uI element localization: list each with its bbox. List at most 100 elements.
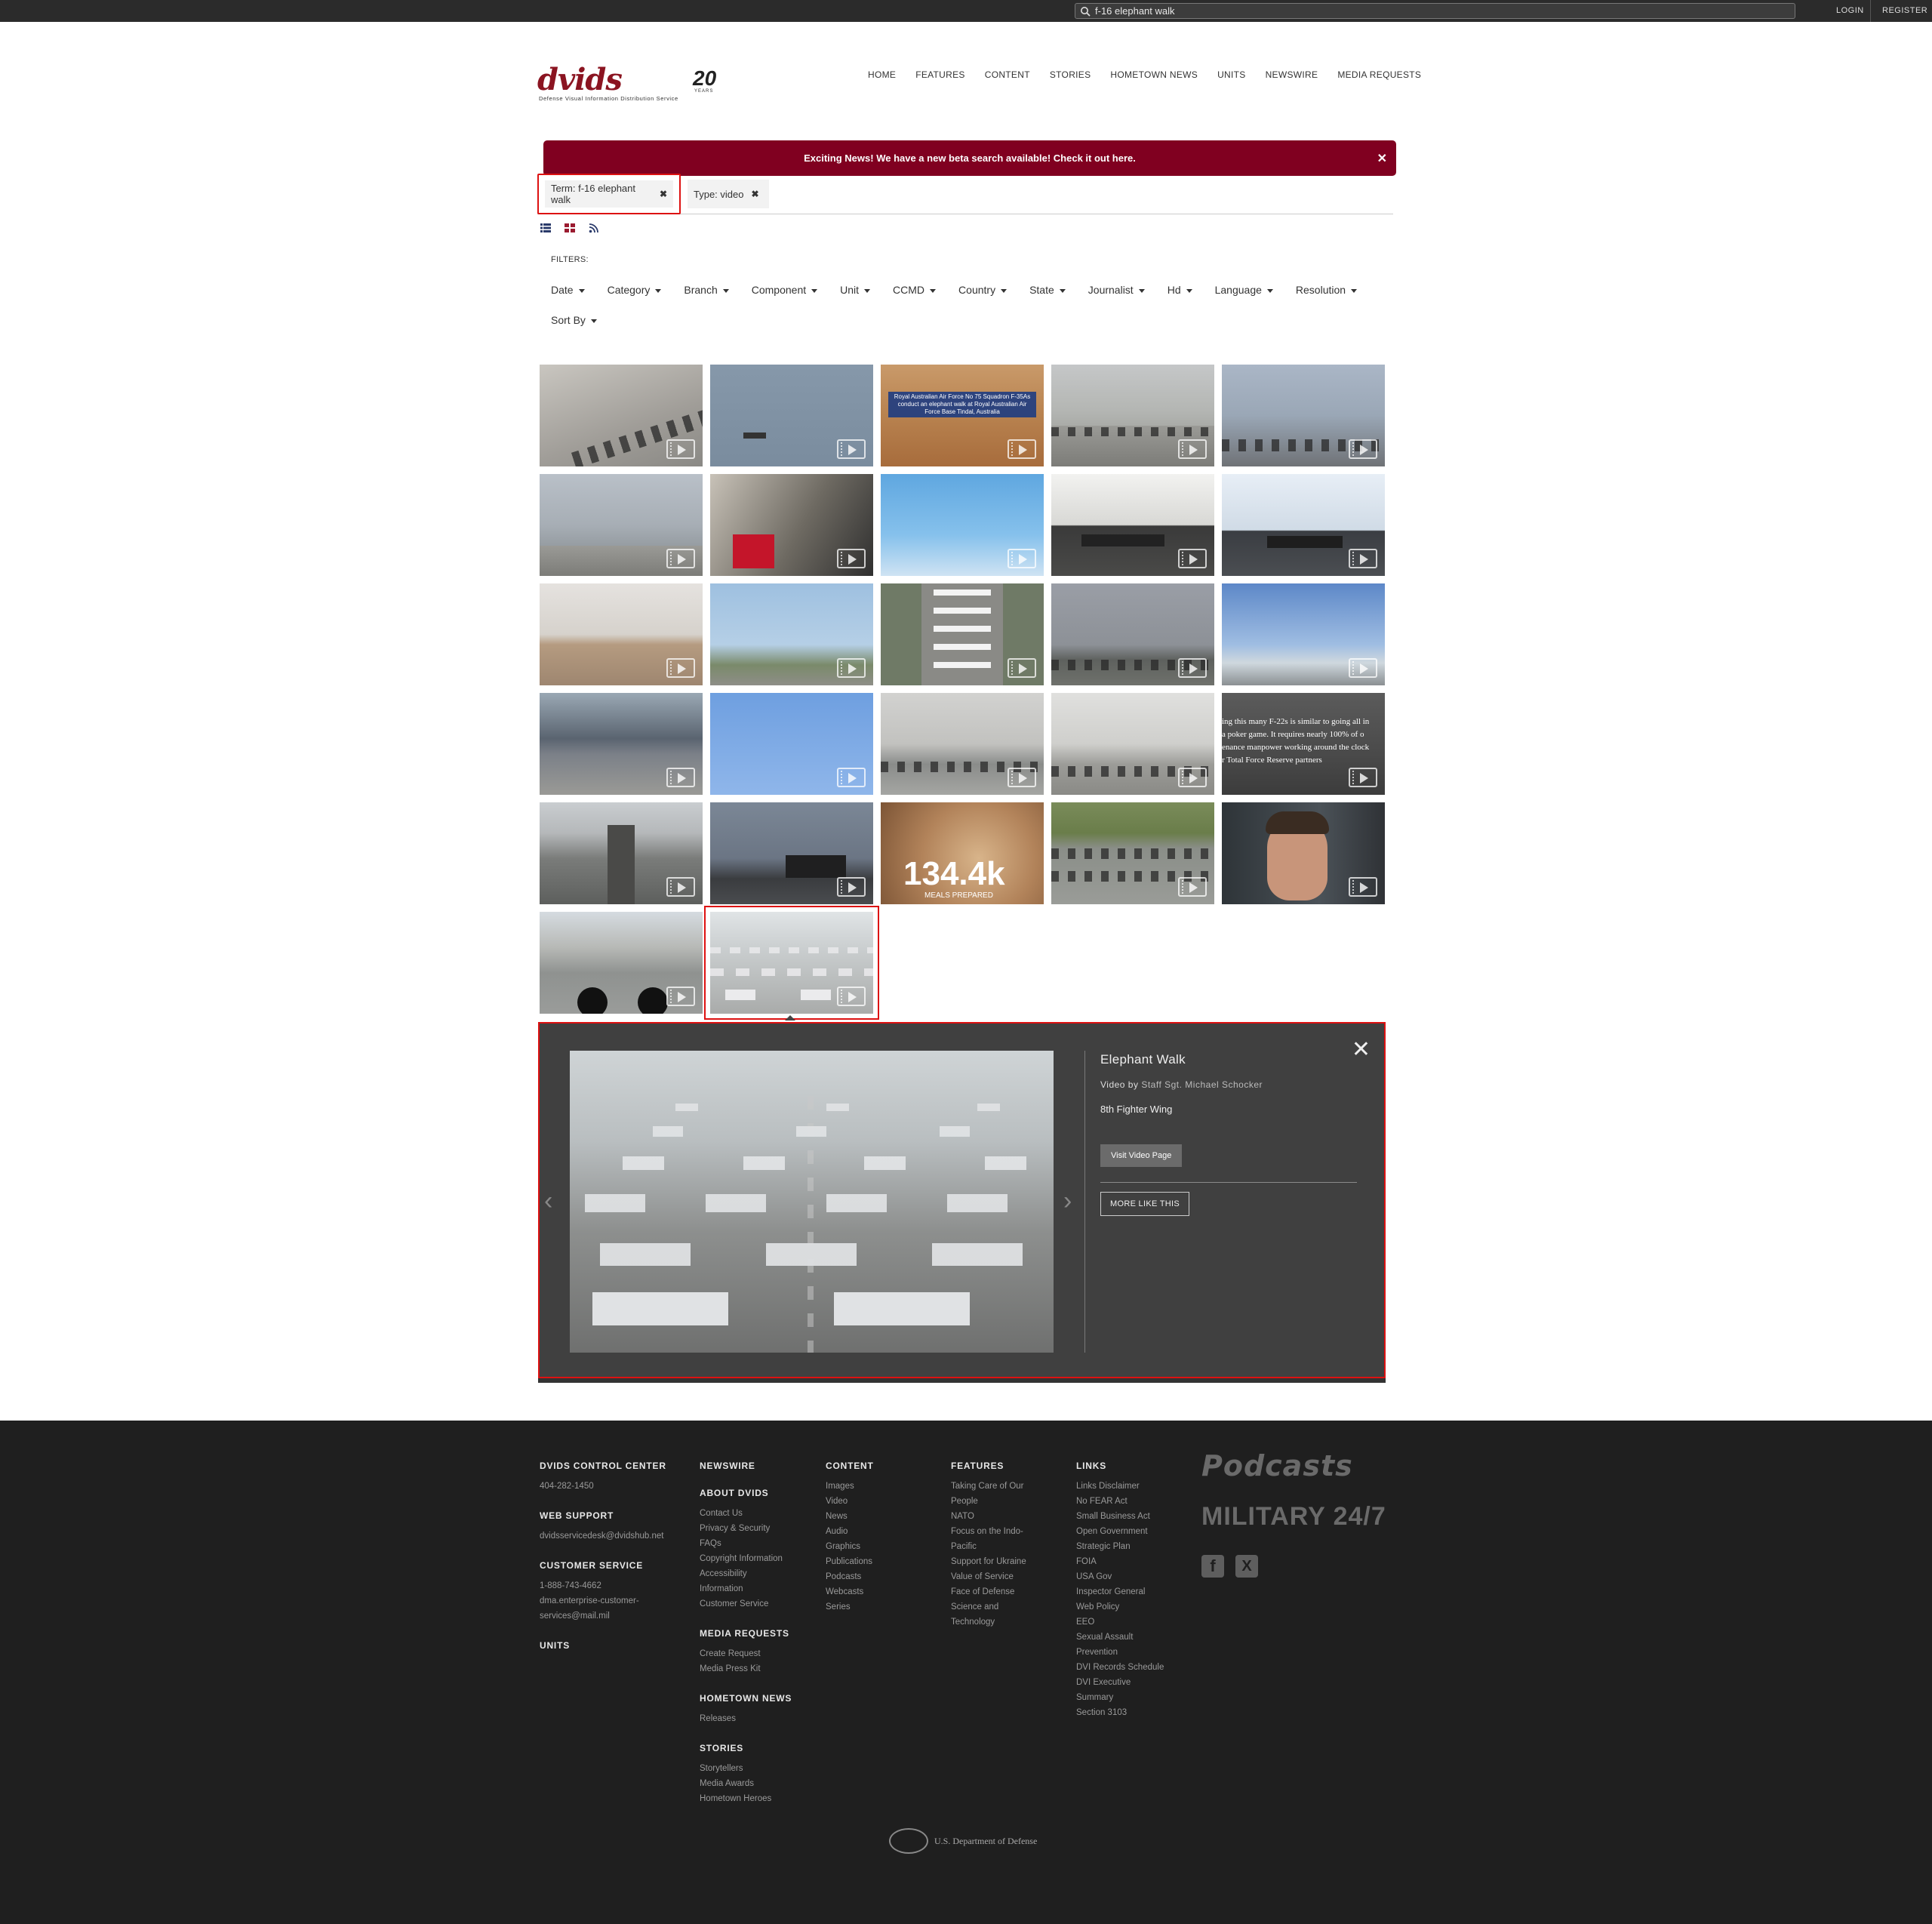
video-thumbnail[interactable]: ing this many F-22s is similar to going … [1222,693,1385,795]
podcasts-logo[interactable]: Podcasts [1201,1449,1353,1482]
video-thumbnail[interactable] [1051,693,1214,795]
filter-date[interactable]: Date [551,284,585,296]
banner-close-icon[interactable]: ✕ [1377,151,1387,166]
footer-link[interactable]: Series [826,1599,874,1615]
footer-link[interactable]: DVI Executive [1076,1675,1164,1690]
video-thumbnail[interactable] [710,802,873,904]
panel-close-icon[interactable]: ✕ [1352,1039,1371,1061]
dod-logo[interactable]: U.S. Department of Defense [889,1828,1037,1854]
footer-link[interactable]: Create Request [700,1646,792,1661]
beta-search-banner[interactable]: Exciting News! We have a new beta search… [543,140,1396,176]
footer-link[interactable]: News [826,1509,874,1524]
sort-by-dropdown[interactable]: Sort By [551,314,597,326]
video-thumbnail[interactable] [540,912,703,1014]
prev-arrow-icon[interactable]: ‹ [544,1188,559,1214]
nav-hometown-news[interactable]: HOMETOWN NEWS [1110,69,1198,80]
author-link[interactable]: Staff Sgt. Michael Schocker [1141,1079,1263,1090]
footer-link[interactable]: 1-888-743-4662 [540,1578,666,1593]
nav-stories[interactable]: STORIES [1050,69,1091,80]
footer-heading[interactable]: HOMETOWN NEWS [700,1693,792,1704]
footer-link[interactable]: Links Disclaimer [1076,1479,1164,1494]
register-link[interactable]: REGISTER [1882,0,1927,22]
video-thumbnail[interactable] [1222,365,1385,466]
footer-link[interactable]: Audio [826,1524,874,1539]
footer-link[interactable]: Support for Ukraine [951,1554,1026,1569]
footer-link[interactable]: Copyright Information [700,1551,792,1566]
banner-text[interactable]: Exciting News! We have a new beta search… [804,152,1136,164]
footer-heading[interactable]: STORIES [700,1743,792,1753]
footer-link[interactable]: NATO [951,1509,1026,1524]
footer-link[interactable]: Strategic Plan [1076,1539,1164,1554]
footer-link[interactable]: Prevention [1076,1645,1164,1660]
footer-link[interactable]: Contact Us [700,1506,792,1521]
video-thumbnail[interactable] [1222,802,1385,904]
video-thumbnail[interactable]: 134.4k MEALS PREPARED [881,802,1044,904]
footer-link[interactable]: Media Press Kit [700,1661,792,1676]
footer-link[interactable]: Focus on the Indo- [951,1524,1026,1539]
video-thumbnail[interactable]: Royal Australian Air Force No 75 Squadro… [881,365,1044,466]
video-thumbnail[interactable] [710,693,873,795]
footer-link[interactable]: Sexual Assault [1076,1630,1164,1645]
video-thumbnail[interactable] [1051,365,1214,466]
video-unit[interactable]: 8th Fighter Wing [1100,1104,1172,1115]
nav-newswire[interactable]: NEWSWIRE [1266,69,1318,80]
grid-view-icon[interactable] [565,223,575,233]
list-view-icon[interactable] [540,223,551,233]
filter-category[interactable]: Category [608,284,662,296]
video-thumbnail[interactable] [540,693,703,795]
search-input[interactable] [1095,5,1774,17]
video-thumbnail[interactable] [540,802,703,904]
footer-link[interactable]: Pacific [951,1539,1026,1554]
footer-link[interactable]: DVI Records Schedule [1076,1660,1164,1675]
military-24-7-logo[interactable]: MILITARY 24/7 [1201,1502,1386,1532]
footer-heading[interactable]: DVIDS CONTROL CENTER [540,1461,666,1471]
footer-link[interactable]: 404-282-1450 [540,1479,666,1494]
footer-link[interactable]: Open Government [1076,1524,1164,1539]
footer-link[interactable]: FOIA [1076,1554,1164,1569]
next-arrow-icon[interactable]: › [1063,1188,1078,1214]
video-thumbnail[interactable] [1222,583,1385,685]
footer-link[interactable]: EEO [1076,1615,1164,1630]
video-preview-image[interactable] [570,1051,1054,1353]
video-thumbnail[interactable] [540,365,703,466]
nav-media-requests[interactable]: MEDIA REQUESTS [1337,69,1421,80]
filter-hd[interactable]: Hd [1168,284,1192,296]
footer-heading[interactable]: CUSTOMER SERVICE [540,1560,666,1571]
filter-ccmd[interactable]: CCMD [893,284,936,296]
filter-resolution[interactable]: Resolution [1296,284,1357,296]
footer-link[interactable]: Privacy & Security [700,1521,792,1536]
footer-link[interactable]: Storytellers [700,1761,792,1776]
footer-link[interactable]: Web Policy [1076,1599,1164,1615]
login-link[interactable]: LOGIN [1836,0,1864,22]
rss-icon[interactable] [589,223,599,233]
facebook-icon[interactable]: f [1201,1555,1224,1578]
search-box[interactable] [1075,3,1795,19]
footer-link[interactable]: Media Awards [700,1776,792,1791]
chip-term-remove-icon[interactable]: ✖ [660,189,667,199]
footer-heading[interactable]: UNITS [540,1640,666,1651]
filter-state[interactable]: State [1029,284,1066,296]
video-thumbnail[interactable] [710,365,873,466]
video-thumbnail[interactable] [1222,474,1385,576]
footer-link[interactable]: Summary [1076,1690,1164,1705]
footer-heading[interactable]: LINKS [1076,1461,1164,1471]
video-thumbnail[interactable] [881,693,1044,795]
footer-link[interactable]: Releases [700,1711,792,1726]
video-thumbnail[interactable] [1051,802,1214,904]
footer-link[interactable]: Webcasts [826,1584,874,1599]
x-twitter-icon[interactable]: X [1235,1555,1258,1578]
footer-link[interactable]: Podcasts [826,1569,874,1584]
video-thumbnail[interactable] [881,474,1044,576]
footer-link[interactable]: Images [826,1479,874,1494]
video-thumbnail[interactable] [540,474,703,576]
video-thumbnail[interactable] [540,583,703,685]
footer-heading[interactable]: ABOUT DVIDS [700,1488,792,1498]
filter-unit[interactable]: Unit [840,284,870,296]
filter-language[interactable]: Language [1215,284,1273,296]
video-thumbnail[interactable] [710,474,873,576]
video-thumbnail[interactable] [710,583,873,685]
footer-link[interactable]: services@mail.mil [540,1608,666,1624]
footer-link[interactable]: Hometown Heroes [700,1791,792,1806]
footer-link[interactable]: Information [700,1581,792,1596]
footer-heading[interactable]: NEWSWIRE [700,1461,792,1471]
